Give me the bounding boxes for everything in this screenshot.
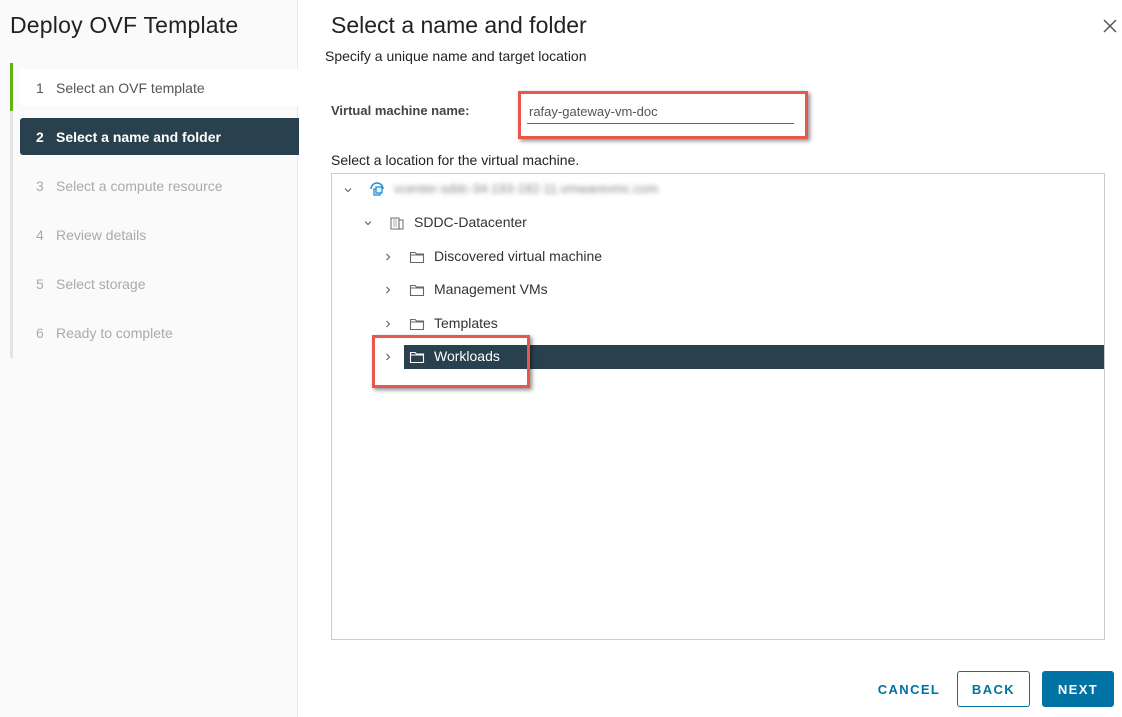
- close-icon[interactable]: [1102, 18, 1118, 34]
- cancel-button[interactable]: CANCEL: [872, 671, 946, 707]
- step-label: Ready to complete: [56, 324, 173, 341]
- vm-name-input[interactable]: [527, 99, 794, 124]
- vm-name-label: Virtual machine name:: [331, 103, 470, 118]
- back-button[interactable]: BACK: [957, 671, 1030, 707]
- chevron-down-icon[interactable]: [363, 218, 373, 228]
- step-label: Select a compute resource: [56, 177, 223, 194]
- page-subtitle: Specify a unique name and target locatio…: [325, 48, 587, 64]
- step-ready-to-complete: 6 Ready to complete: [20, 314, 299, 351]
- step-number: 6: [36, 324, 44, 341]
- vcenter-label: vcenter-sddc-34-193-182-11.vmwarevmc.com: [394, 181, 659, 196]
- datacenter-icon: [389, 215, 405, 234]
- wizard-content: Select a name and folder Specify a uniqu…: [298, 0, 1122, 717]
- folder-label: Templates: [434, 315, 498, 331]
- step-review-details: 4 Review details: [20, 216, 299, 253]
- tree-node-vcenter[interactable]: vcenter-sddc-34-193-182-11.vmwarevmc.com: [332, 178, 1104, 202]
- chevron-right-icon[interactable]: [383, 285, 393, 295]
- step-select-compute-resource: 3 Select a compute resource: [20, 167, 299, 204]
- folder-label: Discovered virtual machine: [434, 248, 603, 264]
- step-select-name-folder[interactable]: 2 Select a name and folder: [20, 118, 299, 155]
- tree-node-folder[interactable]: Discovered virtual machine: [332, 245, 1104, 269]
- step-number: 5: [36, 275, 44, 292]
- vcenter-icon: [369, 182, 385, 201]
- folder-icon: [409, 249, 425, 268]
- step-progress-bar: [10, 63, 13, 111]
- wizard-title: Deploy OVF Template: [10, 12, 239, 38]
- folder-icon: [409, 316, 425, 335]
- annotation-highlight-vm-name: [518, 91, 808, 139]
- step-label: Select a name and folder: [56, 128, 221, 145]
- chevron-right-icon[interactable]: [383, 319, 393, 329]
- chevron-down-icon[interactable]: [343, 185, 353, 195]
- step-label: Review details: [56, 226, 147, 243]
- page-title: Select a name and folder: [331, 12, 587, 38]
- folder-tree[interactable]: vcenter-sddc-34-193-182-11.vmwarevmc.com…: [331, 173, 1105, 640]
- chevron-right-icon[interactable]: [383, 252, 393, 262]
- step-label: Select storage: [56, 275, 146, 292]
- tree-node-folder[interactable]: Management VMs: [332, 278, 1104, 302]
- wizard-sidebar: Deploy OVF Template 1 Select an OVF temp…: [0, 0, 299, 717]
- step-select-ovf-template[interactable]: 1 Select an OVF template: [20, 69, 299, 106]
- annotation-highlight-workloads: [372, 335, 530, 388]
- next-button[interactable]: NEXT: [1042, 671, 1114, 707]
- wizard-steps: 1 Select an OVF template 2 Select a name…: [10, 63, 299, 358]
- folder-icon: [409, 282, 425, 301]
- tree-node-folder[interactable]: Templates: [332, 312, 1104, 336]
- step-number: 2: [36, 128, 44, 145]
- location-label: Select a location for the virtual machin…: [331, 152, 580, 168]
- step-number: 1: [36, 79, 44, 96]
- folder-label: Management VMs: [434, 281, 548, 297]
- tree-node-datacenter[interactable]: SDDC-Datacenter: [332, 211, 1104, 235]
- datacenter-label: SDDC-Datacenter: [414, 214, 527, 230]
- step-number: 3: [36, 177, 44, 194]
- step-label: Select an OVF template: [56, 79, 205, 96]
- step-select-storage: 5 Select storage: [20, 265, 299, 302]
- step-number: 4: [36, 226, 44, 243]
